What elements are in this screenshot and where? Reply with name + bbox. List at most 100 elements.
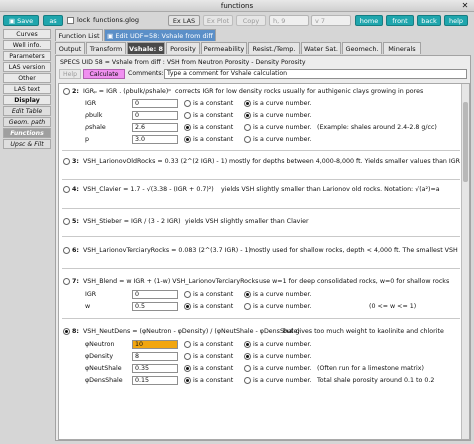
equation-8-number: 8: bbox=[72, 328, 79, 335]
eq2-igr-input[interactable]: 0 bbox=[132, 99, 178, 108]
curve-label: is a curve number. bbox=[253, 353, 312, 360]
eq2-rhoshale-input[interactable]: 2.6 bbox=[132, 123, 178, 132]
equations-scroll-area[interactable]: 2: IGRₚ = IGR . (ρbulk/ρshale)ᵖ corrects… bbox=[58, 83, 470, 440]
eq7-w-input[interactable]: 0.5 bbox=[132, 302, 178, 311]
eq2-p-curve-radio[interactable] bbox=[244, 136, 251, 143]
save-button[interactable]: ▣ Save bbox=[3, 15, 39, 26]
sidebar-item-curves[interactable]: Curves bbox=[3, 29, 51, 39]
equation-6-radio[interactable] bbox=[63, 247, 70, 254]
sidebar-item-other[interactable]: Other bbox=[3, 73, 51, 83]
save-as-button[interactable]: as bbox=[43, 15, 63, 26]
front-button[interactable]: front bbox=[386, 15, 414, 26]
eq2-rhobulk-constant-radio[interactable] bbox=[184, 112, 191, 119]
eq7-igr-input[interactable]: 0 bbox=[132, 290, 178, 299]
equation-5-radio[interactable] bbox=[63, 218, 70, 225]
equation-2-radio[interactable] bbox=[63, 88, 70, 95]
constant-label: is a constant bbox=[193, 100, 234, 107]
sidebar-item-las-text[interactable]: LAS text bbox=[3, 84, 51, 94]
equation-7-radio[interactable] bbox=[63, 278, 70, 285]
eq2-rhobulk-curve-radio[interactable] bbox=[244, 112, 251, 119]
constant-label: is a constant bbox=[193, 303, 234, 310]
eq8-neutshale-constant-radio[interactable] bbox=[184, 365, 191, 372]
eq2-rhoshale-constant-radio[interactable] bbox=[184, 124, 191, 131]
comments-label: Comments: bbox=[128, 70, 164, 77]
sidebar-item-geom-path[interactable]: Geom. path bbox=[3, 117, 51, 127]
tab-output[interactable]: Output bbox=[55, 42, 85, 54]
h-field[interactable]: h, 9 bbox=[269, 15, 309, 26]
sidebar-item-las-version[interactable]: LAS version bbox=[3, 62, 51, 72]
tab-edit-udf[interactable]: ▣ Edit UDF=58: Vshale from diff bbox=[104, 29, 216, 41]
eq8-densshale-input[interactable]: 0.15 bbox=[132, 376, 178, 385]
eq2-rhobulk-input[interactable]: 0 bbox=[132, 111, 178, 120]
eq7-igr-constant-radio[interactable] bbox=[184, 291, 191, 298]
back-button[interactable]: back bbox=[417, 15, 441, 26]
comments-input[interactable]: Type a comment for Vshale calculation bbox=[164, 69, 467, 79]
eq2-rhoshale-curve-radio[interactable] bbox=[244, 124, 251, 131]
eq7-w-curve-radio[interactable] bbox=[244, 303, 251, 310]
equation-5-number: 5: bbox=[72, 218, 79, 225]
equation-3-radio[interactable] bbox=[63, 158, 70, 165]
sidebar-item-parameters[interactable]: Parameters bbox=[3, 51, 51, 61]
toolbar: ▣ Save as lock functions.glog Ex LAS Ex … bbox=[0, 12, 474, 28]
eq2-igr-constant-radio[interactable] bbox=[184, 100, 191, 107]
equation-2-formula: IGRₚ = IGR . (ρbulk/ρshale)ᵖ bbox=[83, 88, 172, 95]
eq8-densshale-curve-radio[interactable] bbox=[244, 377, 251, 384]
copy-button[interactable]: Copy bbox=[236, 15, 266, 26]
vertical-scrollbar[interactable] bbox=[461, 84, 469, 439]
tab-transform[interactable]: Transform bbox=[86, 42, 126, 54]
eq2-p-constant-radio[interactable] bbox=[184, 136, 191, 143]
eq7-param-label: w bbox=[85, 303, 91, 310]
tab-porosity[interactable]: Porosity bbox=[166, 42, 200, 54]
lock-label: lock bbox=[77, 16, 91, 24]
home-button[interactable]: home bbox=[355, 15, 383, 26]
equation-4-radio[interactable] bbox=[63, 186, 70, 193]
eq8-neutron-constant-radio[interactable] bbox=[184, 341, 191, 348]
curve-label: is a curve number. bbox=[253, 377, 312, 384]
tab-minerals[interactable]: Minerals bbox=[383, 42, 421, 54]
eq2-p-input[interactable]: 3.0 bbox=[132, 135, 178, 144]
specs-text: SPECS UID 58 = Vshale from diff : VSH fr… bbox=[60, 59, 306, 66]
calculate-button[interactable]: Calculate bbox=[83, 69, 125, 79]
eq8-densshale-constant-radio[interactable] bbox=[184, 377, 191, 384]
scrollbar-thumb[interactable] bbox=[463, 102, 468, 182]
export-las-button[interactable]: Ex LAS bbox=[168, 15, 200, 26]
sidebar-item-edit-table[interactable]: Edit Table bbox=[3, 106, 51, 116]
tab-edit-udf-label: Edit UDF=58: Vshale from diff bbox=[115, 32, 213, 40]
save-icon: ▣ bbox=[8, 17, 16, 25]
sidebar-item-upsc-filt[interactable]: Upsc & Filt bbox=[3, 139, 51, 149]
export-plot-button[interactable]: Ex Plot bbox=[203, 15, 233, 26]
panel-help-button[interactable]: Help bbox=[59, 69, 81, 79]
eq7-igr-curve-radio[interactable] bbox=[244, 291, 251, 298]
eq8-param-label: φNeutron bbox=[85, 341, 115, 348]
eq8-density-curve-radio[interactable] bbox=[244, 353, 251, 360]
curve-label: is a curve number. bbox=[253, 112, 312, 119]
sidebar-item-display[interactable]: Display bbox=[3, 95, 51, 105]
eq2-igr-curve-radio[interactable] bbox=[244, 100, 251, 107]
eq8-neutron-input[interactable]: 10 bbox=[132, 340, 178, 349]
curve-label: is a curve number. bbox=[253, 124, 312, 131]
tab-resist-temp[interactable]: Resist./Temp. bbox=[248, 42, 300, 54]
eq8-neutshale-curve-radio[interactable] bbox=[244, 365, 251, 372]
equation-8-formula: VSH_NeutDens = (φNeutron - φDensity) / (… bbox=[83, 328, 300, 335]
eq7-w-constant-radio[interactable] bbox=[184, 303, 191, 310]
sidebar-item-functions[interactable]: Functions bbox=[3, 128, 51, 138]
tab-geomech[interactable]: Geomech. bbox=[342, 42, 382, 54]
curve-label: is a curve number. bbox=[253, 341, 312, 348]
v-field[interactable]: v 7 bbox=[311, 15, 351, 26]
divider bbox=[62, 318, 460, 319]
eq8-density-constant-radio[interactable] bbox=[184, 353, 191, 360]
tab-function-list[interactable]: Function List bbox=[55, 29, 103, 41]
eq8-neutshale-note: (Often run for a limestone matrix) bbox=[317, 365, 424, 372]
sidebar-item-well-info[interactable]: Well info. bbox=[3, 40, 51, 50]
eq8-neutshale-input[interactable]: 0.35 bbox=[132, 364, 178, 373]
tab-permeability[interactable]: Permeability bbox=[201, 42, 247, 54]
equation-7-description: use w=1 for deep consolidated rocks, w=0… bbox=[259, 278, 450, 285]
tab-water-sat[interactable]: Water Sat. bbox=[301, 42, 341, 54]
tab-vshale[interactable]: Vshale: 8 bbox=[127, 42, 165, 54]
help-button[interactable]: help bbox=[444, 15, 468, 26]
lock-checkbox[interactable] bbox=[67, 17, 74, 24]
close-icon[interactable]: ✕ bbox=[460, 1, 470, 11]
equation-8-radio[interactable] bbox=[63, 328, 70, 335]
eq8-neutron-curve-radio[interactable] bbox=[244, 341, 251, 348]
eq8-density-input[interactable]: 8 bbox=[132, 352, 178, 361]
